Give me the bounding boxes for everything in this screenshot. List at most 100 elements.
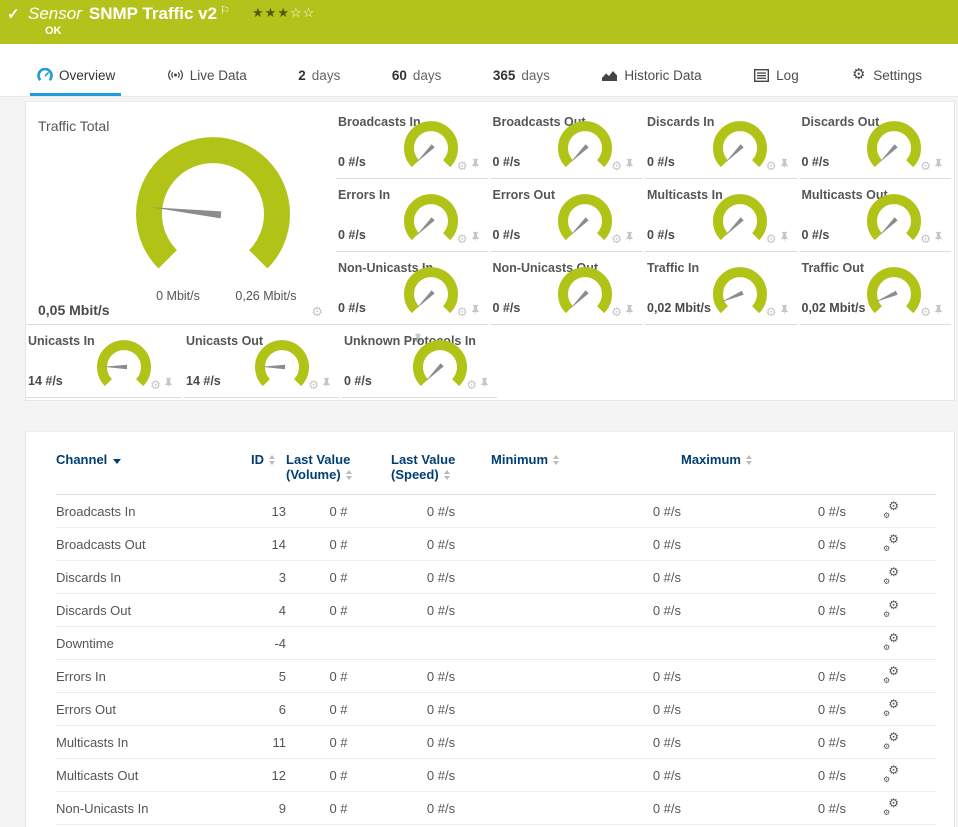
- column-header-max[interactable]: Maximum: [681, 432, 846, 495]
- pin-icon[interactable]: [780, 303, 789, 321]
- gauge-tile-discards-out[interactable]: Discards Out0 #/s⚙: [800, 106, 952, 179]
- gauge-tile-unicasts-in[interactable]: Unicasts In14 #/s⚙: [26, 325, 181, 398]
- pin-icon[interactable]: [322, 376, 331, 394]
- sort-arrows-icon[interactable]: [269, 455, 275, 465]
- gear-icon[interactable]: ⚙: [150, 379, 161, 391]
- pin-icon[interactable]: [780, 230, 789, 248]
- gear-icon[interactable]: ⚙: [457, 233, 468, 245]
- pin-icon[interactable]: [625, 303, 634, 321]
- gear-icon[interactable]: ⚙: [920, 233, 931, 245]
- edit-channel-gears-icon[interactable]: ⚙⚙: [883, 733, 899, 749]
- edit-channel-gears-icon[interactable]: ⚙⚙: [883, 601, 899, 617]
- gauge-tile-errors-out[interactable]: Errors Out0 #/s⚙: [491, 179, 643, 252]
- tab-overview[interactable]: Overview: [30, 67, 121, 96]
- gear-icon[interactable]: ⚙: [466, 379, 477, 391]
- gauge-tile-multicasts-in[interactable]: Multicasts In0 #/s⚙: [645, 179, 797, 252]
- sort-arrows-icon[interactable]: [553, 455, 559, 465]
- column-header-min[interactable]: Minimum: [491, 432, 681, 495]
- last-value-speed: 0 #/s: [391, 528, 491, 561]
- pin-icon[interactable]: [480, 376, 489, 394]
- edit-channel-gears-icon[interactable]: ⚙⚙: [883, 568, 899, 584]
- star-empty-icon[interactable]: ☆: [303, 5, 316, 20]
- tab-2-days[interactable]: 2days: [292, 68, 346, 96]
- tab-settings[interactable]: ⚙Settings: [844, 67, 928, 96]
- tab-60-days[interactable]: 60days: [386, 68, 448, 96]
- channel-name[interactable]: Multicasts In: [56, 726, 251, 759]
- last-value-volume: 0 #: [286, 792, 391, 825]
- pin-icon[interactable]: [934, 303, 943, 321]
- edit-channel-gears-icon[interactable]: ⚙⚙: [883, 535, 899, 551]
- pin-icon[interactable]: [471, 157, 480, 175]
- tab-log[interactable]: Log: [747, 67, 805, 96]
- channel-name[interactable]: Discards In: [56, 561, 251, 594]
- gauge-tile-broadcasts-in[interactable]: Broadcasts In0 #/s⚙: [336, 106, 488, 179]
- channel-name[interactable]: Errors In: [56, 660, 251, 693]
- star-filled-icon[interactable]: ★: [277, 5, 290, 20]
- pin-icon[interactable]: [471, 230, 480, 248]
- gear-icon[interactable]: ⚙: [311, 305, 323, 318]
- gear-icon[interactable]: ⚙: [611, 160, 622, 172]
- gauge-tile-errors-in[interactable]: Errors In0 #/s⚙: [336, 179, 488, 252]
- pin-icon[interactable]: [625, 157, 634, 175]
- gear-icon[interactable]: ⚙: [611, 306, 622, 318]
- edit-channel-gears-icon[interactable]: ⚙⚙: [883, 502, 899, 518]
- gauge-tile-discards-in[interactable]: Discards In0 #/s⚙: [645, 106, 797, 179]
- column-header-speed[interactable]: Last Value(Speed): [391, 432, 491, 495]
- pin-icon[interactable]: [934, 230, 943, 248]
- edit-channel-gears-icon[interactable]: ⚙⚙: [883, 667, 899, 683]
- edit-channel-gears-icon[interactable]: ⚙⚙: [883, 700, 899, 716]
- last-value-volume: 0 #: [286, 528, 391, 561]
- edit-channel-gears-icon[interactable]: ⚙⚙: [883, 799, 899, 815]
- sort-arrows-icon[interactable]: [346, 470, 352, 480]
- gauge-tile-traffic-total[interactable]: Traffic Total 0 Mbit/s 0,26 Mbit/s 0,05 …: [26, 106, 336, 325]
- maximum-value: [681, 627, 846, 660]
- gear-icon[interactable]: ⚙: [308, 379, 319, 391]
- column-header-volume[interactable]: Last Value(Volume): [286, 432, 391, 495]
- channel-name[interactable]: Multicasts Out: [56, 759, 251, 792]
- pin-icon[interactable]: [934, 157, 943, 175]
- channel-name[interactable]: Broadcasts In: [56, 495, 251, 528]
- gear-icon[interactable]: ⚙: [457, 160, 468, 172]
- gear-icon[interactable]: ⚙: [766, 306, 777, 318]
- gear-icon[interactable]: ⚙: [920, 306, 931, 318]
- star-filled-icon[interactable]: ★: [265, 5, 278, 20]
- edit-channel-gears-icon[interactable]: ⚙⚙: [883, 766, 899, 782]
- pin-icon[interactable]: [625, 230, 634, 248]
- gauge-title: Unicasts In: [28, 334, 95, 348]
- gear-icon[interactable]: ⚙: [920, 160, 931, 172]
- gear-icon[interactable]: ⚙: [766, 233, 777, 245]
- gear-icon[interactable]: ⚙: [457, 306, 468, 318]
- column-header-id[interactable]: ID: [251, 432, 286, 495]
- pin-icon[interactable]: [780, 157, 789, 175]
- star-empty-icon[interactable]: ☆: [290, 5, 303, 20]
- gauge-tile-non-unicasts-out[interactable]: Non-Unicasts Out0 #/s⚙: [491, 252, 643, 325]
- tab-live-data[interactable]: Live Data: [161, 67, 253, 96]
- gauge-tile-unicasts-out[interactable]: Unicasts Out14 #/s⚙: [184, 325, 339, 398]
- channel-name[interactable]: Errors Out: [56, 693, 251, 726]
- gauge-tile-multicasts-out[interactable]: Multicasts Out0 #/s⚙: [800, 179, 952, 252]
- gauge-tile-unknown-protocols-in[interactable]: Unknown Protocols In0 #/s⚙: [342, 325, 497, 398]
- channel-name[interactable]: Downtime: [56, 627, 251, 660]
- priority-stars[interactable]: ★★★☆☆: [252, 5, 315, 21]
- flag-icon[interactable]: ⚐: [220, 5, 230, 17]
- pin-icon[interactable]: [471, 303, 480, 321]
- channel-name[interactable]: Discards Out: [56, 594, 251, 627]
- gauge-tile-traffic-in[interactable]: Traffic In0,02 Mbit/s⚙: [645, 252, 797, 325]
- minimum-value: 0 #/s: [491, 726, 681, 759]
- tab-365-days[interactable]: 365days: [487, 68, 556, 96]
- tab-historic-data[interactable]: Historic Data: [595, 67, 707, 96]
- pin-icon[interactable]: [164, 376, 173, 394]
- channel-name[interactable]: Broadcasts Out: [56, 528, 251, 561]
- gauge-tile-non-unicasts-in[interactable]: Non-Unicasts In0 #/s⚙: [336, 252, 488, 325]
- gear-icon[interactable]: ⚙: [766, 160, 777, 172]
- sort-arrows-icon[interactable]: [746, 455, 752, 465]
- sort-arrows-icon[interactable]: [444, 470, 450, 480]
- edit-channel-gears-icon[interactable]: ⚙⚙: [883, 634, 899, 650]
- channel-name[interactable]: Non-Unicasts In: [56, 792, 251, 825]
- star-filled-icon[interactable]: ★: [252, 5, 265, 20]
- gear-icon[interactable]: ⚙: [611, 233, 622, 245]
- gauge-tile-broadcasts-out[interactable]: Broadcasts Out0 #/s⚙: [491, 106, 643, 179]
- column-header-channel[interactable]: Channel: [56, 432, 251, 495]
- gauge-tile-traffic-out[interactable]: Traffic Out0,02 Mbit/s⚙: [800, 252, 952, 325]
- gauge-title: Unicasts Out: [186, 334, 263, 348]
